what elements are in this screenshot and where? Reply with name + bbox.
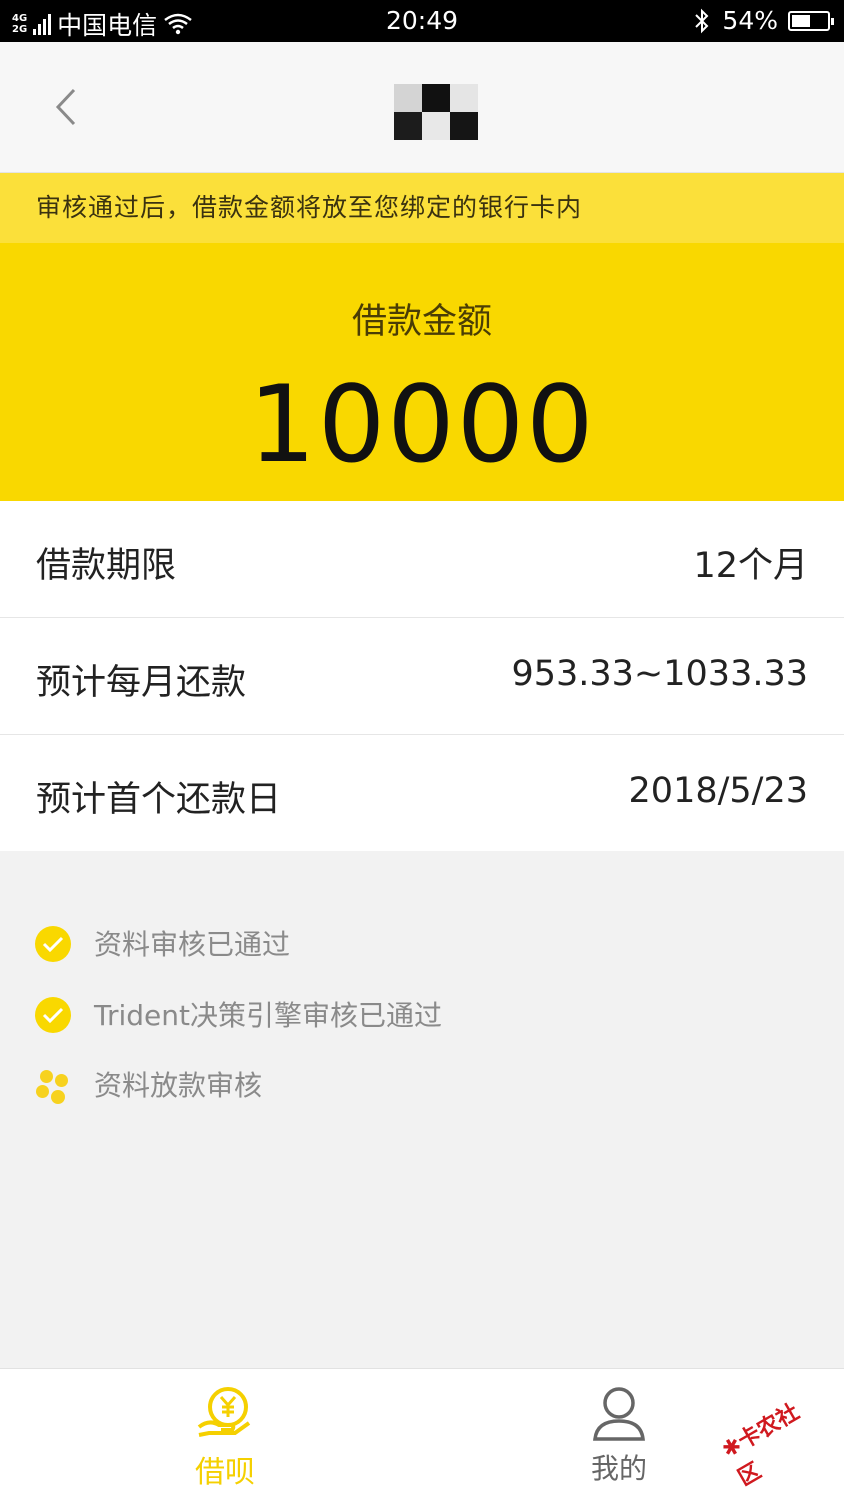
- user-icon: [593, 1387, 645, 1441]
- detail-label: 预计每月还款: [36, 663, 247, 703]
- check-circle-icon: [35, 997, 71, 1033]
- tab-mine[interactable]: 我的: [549, 1369, 689, 1500]
- amount-label: 借款金额: [351, 302, 492, 342]
- notice-banner: 审核通过后，借款金额将放至您绑定的银行卡内: [0, 173, 844, 243]
- detail-label: 借款期限: [36, 546, 177, 586]
- amount-panel: 借款金额 10000: [0, 243, 844, 501]
- tab-borrow[interactable]: 借呗: [155, 1369, 295, 1500]
- tab-borrow-label: 借呗: [195, 1455, 255, 1490]
- check-circle-icon: [35, 926, 71, 962]
- detail-row-first-date: 预计首个还款日 2018/5/23: [0, 735, 844, 851]
- detail-value: 12个月: [693, 546, 808, 586]
- loading-icon: [34, 1064, 74, 1104]
- app-logo: [394, 84, 478, 140]
- detail-row-term: 借款期限 12个月: [0, 501, 844, 617]
- progress-step-text: 资料审核已通过: [94, 928, 291, 961]
- tab-mine-label: 我的: [590, 1452, 647, 1485]
- progress-step: Trident决策引擎审核已通过: [0, 990, 844, 1038]
- progress-step-text: 资料放款审核: [94, 1069, 263, 1102]
- detail-row-monthly: 预计每月还款 953.33~1033.33: [0, 618, 844, 734]
- nav-bar: [0, 42, 844, 173]
- detail-value: 2018/5/23: [628, 771, 808, 811]
- status-bar: 4G 2G 中国电信 20:49 54%: [0, 0, 844, 42]
- yuan-hand-icon: [197, 1387, 251, 1437]
- detail-value: 953.33~1033.33: [511, 654, 808, 694]
- back-button[interactable]: [44, 82, 88, 132]
- progress-step-text: Trident决策引擎审核已通过: [94, 999, 443, 1032]
- battery-percent: 54%: [722, 6, 778, 35]
- amount-value: 10000: [248, 363, 596, 486]
- chevron-left-icon: [55, 88, 76, 126]
- battery-icon: [788, 10, 834, 31]
- progress-step: 资料审核已通过: [0, 919, 844, 967]
- detail-label: 预计首个还款日: [36, 780, 282, 820]
- bluetooth-icon: [695, 8, 709, 33]
- progress-step: 资料放款审核: [0, 1060, 844, 1108]
